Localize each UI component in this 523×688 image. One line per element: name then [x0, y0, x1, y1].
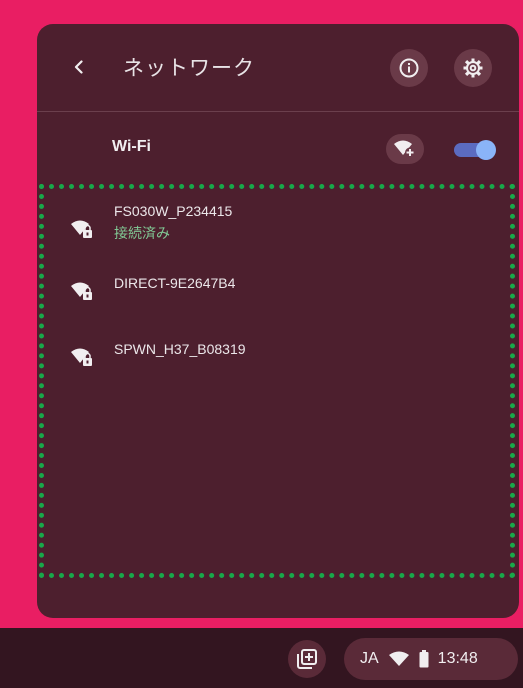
network-ssid: SPWN_H37_B08319 — [114, 341, 246, 357]
network-item[interactable]: SPWN_H37_B08319 — [44, 333, 510, 383]
back-button[interactable] — [67, 55, 91, 79]
info-button[interactable] — [390, 49, 428, 87]
holding-space-button[interactable] — [288, 640, 326, 678]
panel-header: ネットワーク — [37, 24, 519, 112]
wifi-add-icon — [394, 140, 415, 158]
network-item[interactable]: FS030W_P234415 接続済み — [44, 201, 510, 251]
clock: 13:48 — [437, 650, 478, 667]
network-ssid: DIRECT-9E2647B4 — [114, 275, 236, 291]
wifi-lock-icon — [71, 282, 92, 300]
status-tray[interactable]: JA 13:48 — [344, 638, 518, 680]
page-title: ネットワーク — [123, 56, 255, 80]
network-item[interactable]: DIRECT-9E2647B4 — [44, 267, 510, 317]
chevron-left-icon — [74, 60, 83, 74]
add-network-button[interactable] — [386, 134, 424, 164]
battery-icon — [419, 650, 429, 668]
toggle-knob — [476, 140, 496, 160]
wifi-row: Wi-Fi — [37, 112, 519, 182]
wifi-lock-icon — [71, 348, 92, 366]
wifi-toggle[interactable] — [452, 140, 496, 160]
wifi-icon — [388, 651, 409, 666]
shelf: JA 13:48 — [0, 628, 523, 688]
network-status: 接続済み — [114, 226, 170, 242]
network-ssid: FS030W_P234415 — [114, 203, 233, 219]
network-panel: ネットワーク Wi-Fi FS030W_P234415 接続済み DIRECT-… — [37, 24, 519, 618]
wifi-label: Wi-Fi — [112, 138, 151, 155]
wifi-lock-icon — [71, 220, 92, 238]
settings-button[interactable] — [454, 49, 492, 87]
holding-space-icon — [297, 649, 317, 669]
ime-indicator: JA — [360, 650, 379, 667]
network-list: FS030W_P234415 接続済み DIRECT-9E2647B4 SPWN… — [39, 184, 515, 578]
info-icon — [399, 58, 419, 78]
gear-icon — [463, 58, 483, 78]
